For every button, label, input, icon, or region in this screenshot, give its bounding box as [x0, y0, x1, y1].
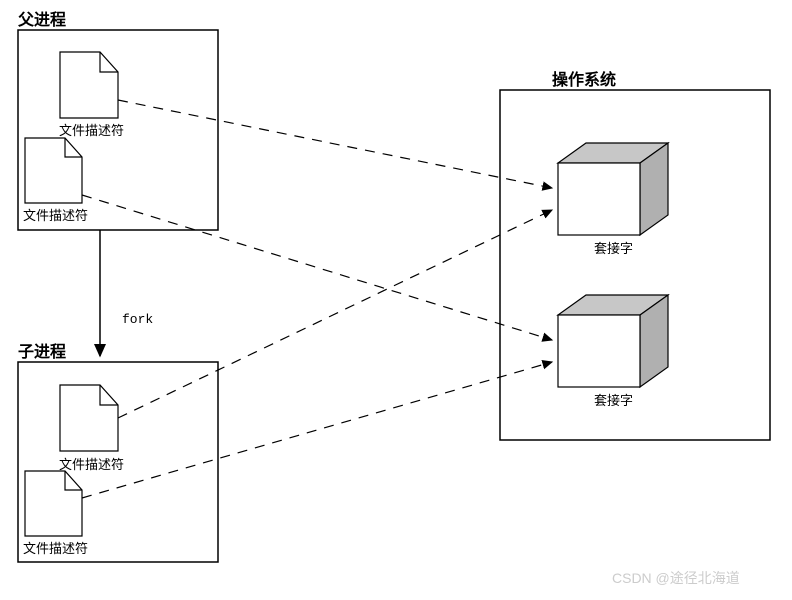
arrow-child-fd2-to-socket2: [82, 362, 552, 498]
socket2-cube: [558, 295, 668, 387]
arrow-parent-fd1-to-socket1: [118, 100, 552, 188]
parent-fd2-icon: [25, 138, 82, 203]
child-fd2-icon: [25, 471, 82, 536]
arrow-parent-fd2-to-socket2: [82, 195, 552, 340]
arrow-child-fd1-to-socket1: [118, 210, 552, 418]
diagram-svg: [0, 0, 792, 600]
socket1-cube: [558, 143, 668, 235]
parent-fd1-icon: [60, 52, 118, 118]
child-fd1-icon: [60, 385, 118, 451]
